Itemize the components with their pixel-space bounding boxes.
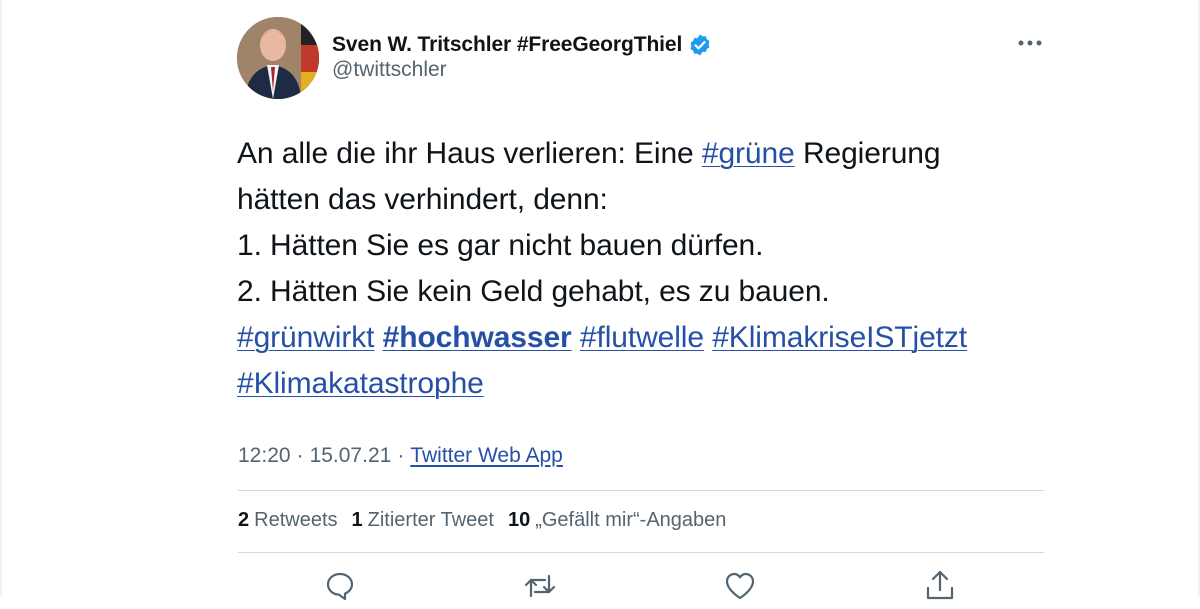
meta-separator: · [397, 444, 405, 467]
tweet-text-line-4: 2. Hätten Sie kein Geld gehabt, es zu ba… [237, 275, 830, 308]
quotes-stat[interactable]: 1 Zitierter Tweet [352, 509, 494, 532]
author-display-name[interactable]: Sven W. Tritschler #FreeGeorgThiel [332, 33, 682, 57]
divider [238, 552, 1044, 553]
tweet-stats: 2 Retweets 1 Zitierter Tweet 10 „Gefällt mi… [238, 509, 740, 532]
hashtag-link[interactable]: #KlimakriseISTjetzt [712, 321, 967, 354]
retweets-stat[interactable]: 2 Retweets [238, 509, 338, 532]
author-handle[interactable]: @twittschler [332, 58, 447, 82]
hashtag-link[interactable]: #grüne [702, 137, 795, 170]
tweet-text-line-1: An alle die ihr Haus verlieren: Eine #gr… [237, 137, 941, 170]
more-options-icon[interactable] [1015, 32, 1045, 54]
author-name-row[interactable]: Sven W. Tritschler #FreeGeorgThiel [332, 30, 712, 60]
tweet-date[interactable]: 15.07.21 [310, 444, 392, 468]
tweet-hashtags-line-6: #Klimakatastrophe [237, 361, 1037, 407]
tweet-time[interactable]: 12:20 [238, 444, 291, 468]
tweet-source-link[interactable]: Twitter Web App [410, 444, 563, 468]
tweet-text-line-3: 1. Hätten Sie es gar nicht bauen dürfen. [237, 229, 764, 262]
hashtag-link[interactable]: #Klimakatastrophe [237, 367, 484, 400]
divider [238, 490, 1044, 491]
tweet: Sven W. Tritschler #FreeGeorgThiel @twit… [0, 0, 1200, 601]
tweet-actions [238, 568, 1044, 608]
tweet-text-line-2: hätten das verhindert, denn: [237, 183, 608, 216]
hashtag-link[interactable]: #hochwasser [383, 321, 572, 354]
avatar[interactable] [237, 17, 319, 99]
share-icon[interactable] [922, 568, 958, 604]
tweet-meta: 12:20 · 15.07.21 · Twitter Web App [238, 444, 563, 468]
tweet-text: An alle die ihr Haus verlieren: Eine #gr… [237, 131, 1037, 407]
reply-icon[interactable] [322, 568, 358, 604]
retweet-icon[interactable] [522, 568, 558, 604]
hashtag-link[interactable]: #grünwirkt [237, 321, 374, 354]
likes-stat[interactable]: 10 „Gefällt mir“-Angaben [508, 509, 726, 532]
like-icon[interactable] [722, 568, 758, 604]
tweet-hashtags-line-5: #grünwirkt #hochwasser #flutwelle #Klima… [237, 315, 1037, 361]
meta-separator: · [296, 444, 304, 467]
verified-badge-icon [688, 33, 712, 57]
hashtag-link[interactable]: #flutwelle [580, 321, 704, 354]
